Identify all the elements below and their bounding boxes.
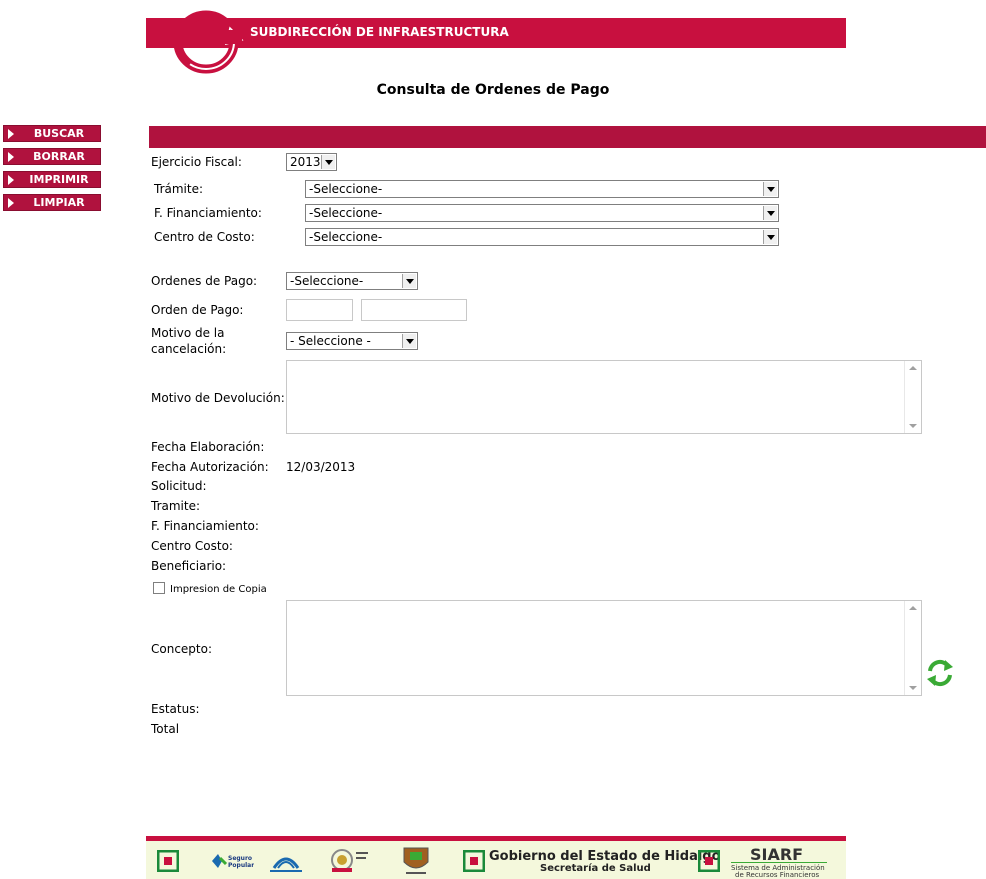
estatus-label: Estatus: [151,702,200,716]
ordenes-select[interactable]: -Seleccione- [286,272,418,290]
scroll-up-icon[interactable] [909,366,917,370]
imss-logo-icon [270,857,302,872]
scrollbar[interactable] [904,601,921,695]
hidalgo-emblem-icon [157,850,179,872]
secretaria-salud-logo-icon [331,849,368,872]
ordenes-label: Ordenes de Pago: [151,274,258,288]
chevron-down-icon [763,206,777,220]
centro-costo2-label: Centro Costo: [151,539,233,553]
centro-costo-select[interactable]: -Seleccione- [305,228,779,246]
chevron-down-icon [402,334,416,348]
borrar-label: BORRAR [33,150,85,163]
orden-input-2[interactable] [361,299,467,321]
svg-text:Popular: Popular [228,862,254,869]
motivo-cancel-label-1: Motivo de la [151,326,225,340]
triangle-right-icon [8,198,14,208]
triangle-right-icon [8,129,14,139]
page-title: Consulta de Ordenes de Pago [376,82,610,98]
concepto-label: Concepto: [151,642,213,656]
financiamiento-label: F. Financiamiento: [154,206,262,220]
limpiar-label: LIMPIAR [33,196,85,209]
ejercicio-label: Ejercicio Fiscal: [151,155,242,169]
seguro-popular-logo-icon: Seguro Popular [212,854,254,869]
fecha-aut-value: 12/03/2013 [286,460,356,474]
ejercicio-select[interactable]: 2013 [286,153,337,171]
ordenes-value: -Seleccione- [290,274,364,288]
motivo-devolucion-label: Motivo de Devolución: [151,391,285,405]
buscar-button[interactable]: BUSCAR [3,125,101,142]
siarf-subtitle-2: de Recursos Financieros [735,871,820,879]
motivo-cancel-value: - Seleccione - [290,334,371,348]
tramite-value: -Seleccione- [309,182,383,196]
orden-input-1[interactable] [286,299,353,321]
impresion-label: Impresion de Copia [170,584,267,595]
scroll-up-icon[interactable] [909,606,917,610]
refresh-icon[interactable] [926,658,954,688]
chevron-down-icon [763,182,777,196]
escudo-hidalgo-icon [403,847,429,874]
concepto-textarea[interactable] [286,600,922,696]
financiamiento-value: -Seleccione- [309,206,383,220]
banner-title: SUBDIRECCIÓN DE INFRAESTRUCTURA [250,25,509,39]
hidalgo-emblem-icon [698,850,720,872]
fecha-aut-label: Fecha Autorización: [151,460,269,474]
imprimir-button[interactable]: IMPRIMIR [3,171,101,188]
chevron-down-icon [763,230,777,244]
tramite2-label: Tramite: [151,499,201,513]
motivo-cancel-label-2: cancelación: [151,342,227,356]
motivo-devolucion-textarea[interactable] [286,360,922,434]
chevron-down-icon [402,274,416,288]
scroll-down-icon[interactable] [909,424,917,428]
scrollbar[interactable] [904,361,921,433]
orden-label: Orden de Pago: [151,303,244,317]
hidalgo-emblem-icon [463,850,485,872]
centro-costo-value: -Seleccione- [309,230,383,244]
siarf-divider [731,862,827,863]
borrar-button[interactable]: BORRAR [3,148,101,165]
svg-text:Seguro: Seguro [228,855,252,862]
centro-costo-label: Centro de Costo: [154,230,255,244]
total-label: Total [151,722,180,736]
limpiar-button[interactable]: LIMPIAR [3,194,101,211]
imprimir-label: IMPRIMIR [29,173,89,186]
swirl-logo-icon [173,10,244,74]
buscar-label: BUSCAR [33,127,85,140]
triangle-right-icon [8,175,14,185]
scroll-down-icon[interactable] [909,686,917,690]
chevron-down-icon [321,155,335,169]
tramite-select[interactable]: -Seleccione- [305,180,779,198]
gobierno-subtitle: Secretaría de Salud [540,863,651,874]
gobierno-title: Gobierno del Estado de Hidalgo [489,849,721,864]
fecha-elab-label: Fecha Elaboración: [151,440,265,454]
ejercicio-value: 2013 [290,155,321,169]
tramite-label: Trámite: [154,182,204,196]
motivo-cancel-select[interactable]: - Seleccione - [286,332,418,350]
form-header-bar [149,126,986,148]
impresion-checkbox[interactable] [153,582,165,594]
beneficiario-label: Beneficiario: [151,559,227,573]
solicitud-label: Solicitud: [151,479,207,493]
financiamiento-select[interactable]: -Seleccione- [305,204,779,222]
financiamiento2-label: F. Financiamiento: [151,519,259,533]
triangle-right-icon [8,152,14,162]
